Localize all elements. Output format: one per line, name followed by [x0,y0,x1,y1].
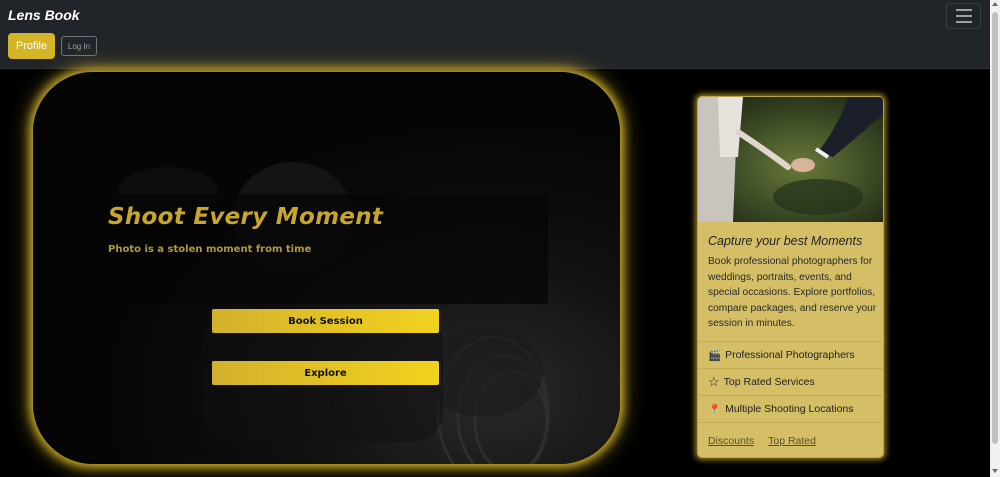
explore-button[interactable]: Explore [212,361,439,385]
hero-subtitle: Photo is a stolen moment from time [108,244,312,255]
hamburger-icon [955,9,972,11]
hero-banner: Shoot Every Moment Photo is a stolen mom… [33,72,620,464]
feature-item: 🎬 Professional Photographers [698,341,883,368]
scrollbar-thumb[interactable] [992,12,998,444]
pin-icon: 📍 [708,403,722,416]
feature-item: 📍 Multiple Shooting Locations [698,395,883,422]
page-scrollbar[interactable] [990,0,1000,477]
scroll-down-arrow-icon[interactable] [992,469,998,473]
wedding-hands-image [698,97,883,222]
feature-label: Professional Photographers [725,349,855,361]
feature-item: ☆ Top Rated Services [698,368,883,395]
card-title: Capture your best Moments [708,234,863,248]
hamburger-icon [955,21,972,23]
book-session-button[interactable]: Book Session [212,309,439,333]
star-icon: ☆ [708,374,720,389]
brand-logo[interactable]: Lens Book [8,7,80,23]
card-footer: Discounts Top Rated [698,422,883,457]
hero-title: Shoot Every Moment [108,204,384,230]
feature-label: Multiple Shooting Locations [725,403,854,415]
menu-toggle-button[interactable] [946,3,981,29]
top-rated-link[interactable]: Top Rated [768,435,816,447]
scroll-up-arrow-icon[interactable] [992,2,998,6]
profile-button[interactable]: Profile [8,33,55,59]
clapper-icon: 🎬 [708,349,722,362]
feature-label: Top Rated Services [723,376,815,388]
info-card: Capture your best Moments Book professio… [697,96,884,458]
login-button[interactable]: Log In [61,36,97,56]
discounts-link[interactable]: Discounts [708,435,754,447]
hamburger-icon [955,15,972,17]
top-navbar: Lens Book Profile Log In [0,0,990,69]
card-description: Book professional photographers for wedd… [708,256,877,329]
